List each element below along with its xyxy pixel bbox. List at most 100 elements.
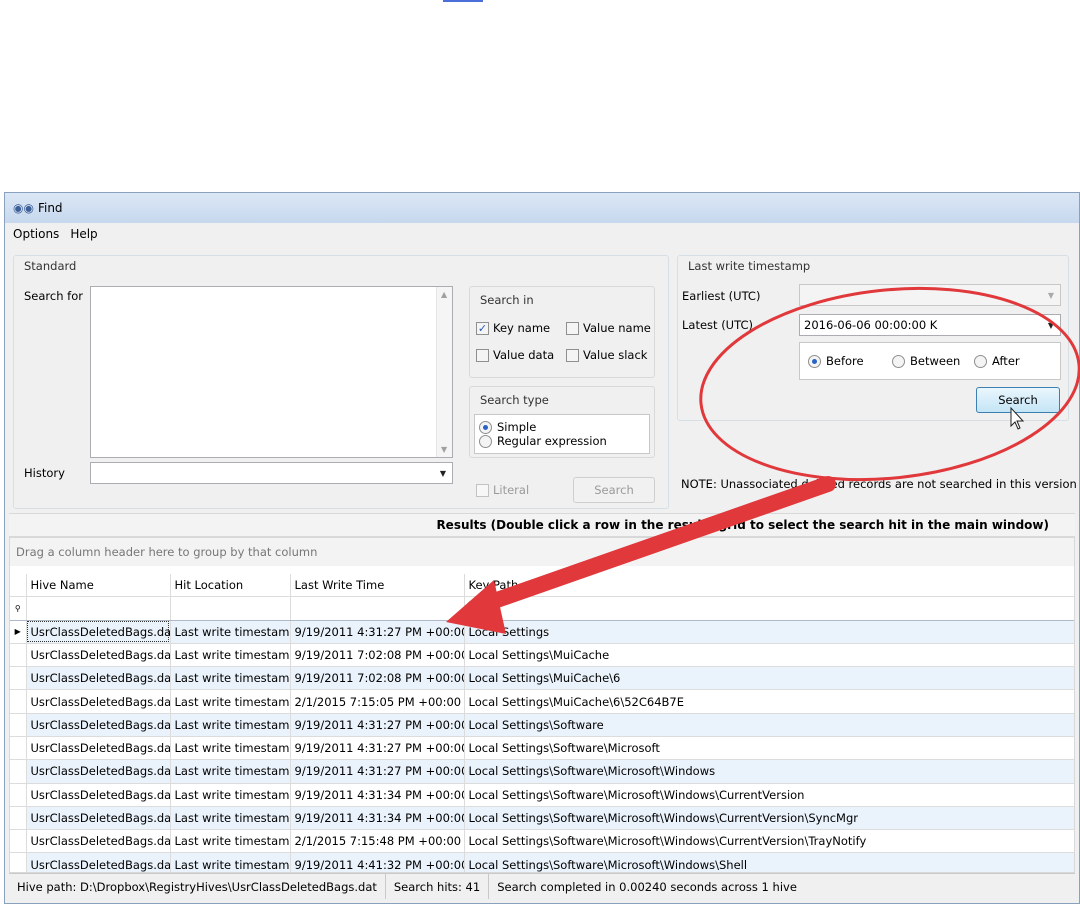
search-button-timestamp[interactable]: Search (976, 387, 1060, 413)
table-cell[interactable]: Last write timestamp (170, 620, 291, 644)
scroll-down-icon[interactable]: ▼ (441, 445, 447, 454)
search-type-group: Search type Simple Regular expression (469, 386, 655, 458)
filter-cell[interactable] (464, 596, 1074, 621)
table-cell[interactable]: 2/1/2015 7:15:05 PM +00:00 (290, 689, 465, 714)
table-cell[interactable]: 9/19/2011 7:02:08 PM +00:00 (290, 666, 465, 691)
search-button-standard[interactable]: Search (573, 477, 655, 503)
menu-options[interactable]: Options (13, 227, 59, 241)
table-cell[interactable]: UsrClassDeletedBags.dat (26, 620, 171, 644)
row-indicator (10, 806, 27, 831)
filter-cell[interactable] (290, 596, 465, 621)
table-cell[interactable]: Last write timestamp (170, 736, 291, 761)
table-row[interactable]: UsrClassDeletedBags.dat Last write timest… (10, 736, 1074, 761)
table-cell[interactable]: Local Settings\Software\Microsoft\Window… (464, 852, 1074, 872)
value-slack-checkbox[interactable]: Value slack (566, 348, 647, 362)
table-cell[interactable]: Last write timestamp (170, 829, 291, 854)
regex-radio[interactable]: Regular expression (479, 434, 607, 448)
table-cell[interactable]: 9/19/2011 4:31:27 PM +00:00 (290, 620, 465, 644)
radio-dot (479, 434, 492, 448)
table-cell[interactable]: 9/19/2011 4:31:27 PM +00:00 (290, 736, 465, 761)
after-radio[interactable]: After (974, 354, 1020, 368)
radio-dot (892, 354, 905, 368)
chevron-down-icon[interactable]: ▼ (434, 463, 452, 483)
table-cell[interactable]: UsrClassDeletedBags.dat (26, 689, 171, 714)
history-dropdown[interactable]: ▼ (90, 462, 453, 484)
column-header-hive-name[interactable]: Hive Name (26, 574, 171, 597)
filter-pin-icon[interactable]: ⚲ (10, 596, 27, 621)
literal-checkbox[interactable]: Literal (476, 483, 529, 497)
table-cell[interactable]: Local Settings (464, 620, 1074, 644)
column-header-key-path[interactable]: Key Path (464, 574, 1074, 597)
table-cell[interactable]: 9/19/2011 4:41:32 PM +00:00 (290, 852, 465, 872)
table-cell[interactable]: Last write timestamp (170, 713, 291, 737)
table-cell[interactable]: UsrClassDeletedBags.dat (26, 829, 171, 854)
table-row[interactable]: UsrClassDeletedBags.dat Last write timest… (10, 829, 1074, 854)
table-cell[interactable]: 9/19/2011 4:31:34 PM +00:00 (290, 783, 465, 807)
table-cell[interactable]: 9/19/2011 4:31:34 PM +00:00 (290, 806, 465, 831)
table-row[interactable]: UsrClassDeletedBags.dat Last write timest… (10, 689, 1074, 714)
table-cell[interactable]: Last write timestamp (170, 689, 291, 714)
top-link-underline[interactable] (443, 0, 483, 2)
menu-help[interactable]: Help (70, 227, 97, 241)
table-row[interactable]: UsrClassDeletedBags.dat Last write timest… (10, 783, 1074, 807)
table-cell[interactable]: UsrClassDeletedBags.dat (26, 713, 171, 737)
table-cell[interactable]: 2/1/2015 7:15:48 PM +00:00 (290, 829, 465, 854)
table-cell[interactable]: Last write timestamp (170, 643, 291, 668)
table-cell[interactable]: Local Settings\MuiCache\6 (464, 666, 1074, 691)
value-data-checkbox[interactable]: Value data (476, 348, 554, 362)
value-name-checkbox[interactable]: Value name (566, 321, 651, 335)
table-cell[interactable]: UsrClassDeletedBags.dat (26, 783, 171, 807)
table-cell[interactable]: UsrClassDeletedBags.dat (26, 666, 171, 691)
table-row[interactable]: UsrClassDeletedBags.dat Last write timest… (10, 666, 1074, 691)
table-row[interactable]: UsrClassDeletedBags.dat Last write timest… (10, 643, 1074, 668)
earliest-date-picker[interactable]: ▼ (799, 284, 1061, 306)
table-cell[interactable]: Local Settings\Software\Microsoft\Window… (464, 759, 1074, 784)
latest-date-picker[interactable]: 2016-06-06 00:00:00 K ▼ (799, 314, 1061, 336)
literal-label: Literal (493, 483, 530, 497)
table-cell[interactable]: Last write timestamp (170, 783, 291, 807)
table-cell[interactable]: Last write timestamp (170, 806, 291, 831)
chevron-down-icon[interactable]: ▼ (1042, 315, 1060, 335)
column-header-last-write-time[interactable]: Last Write Time (290, 574, 465, 597)
table-row[interactable]: UsrClassDeletedBags.dat Last write timest… (10, 852, 1074, 872)
table-cell[interactable]: Local Settings\MuiCache (464, 643, 1074, 668)
table-cell[interactable]: Local Settings\MuiCache\6\52C64B7E (464, 689, 1074, 714)
search-for-input[interactable]: ▲ ▼ (90, 286, 453, 458)
column-header-hit-location[interactable]: Hit Location (170, 574, 291, 597)
table-cell[interactable]: UsrClassDeletedBags.dat (26, 806, 171, 831)
table-cell[interactable]: UsrClassDeletedBags.dat (26, 643, 171, 668)
table-cell[interactable]: 9/19/2011 4:31:27 PM +00:00 (290, 759, 465, 784)
menu-bar: Options Help (5, 223, 1079, 245)
filter-cell[interactable] (170, 596, 291, 621)
table-cell[interactable]: Last write timestamp (170, 666, 291, 691)
table-cell[interactable]: UsrClassDeletedBags.dat (26, 736, 171, 761)
table-row[interactable]: UsrClassDeletedBags.dat Last write timest… (10, 759, 1074, 784)
table-row[interactable]: UsrClassDeletedBags.dat Last write timest… (10, 713, 1074, 737)
table-cell[interactable]: 9/19/2011 7:02:08 PM +00:00 (290, 643, 465, 668)
table-cell[interactable]: Last write timestamp (170, 852, 291, 872)
before-radio[interactable]: Before (808, 354, 864, 368)
table-cell[interactable]: 9/19/2011 4:31:27 PM +00:00 (290, 713, 465, 737)
scroll-up-icon[interactable]: ▲ (441, 290, 447, 299)
table-cell[interactable]: Local Settings\Software\Microsoft\Window… (464, 806, 1074, 831)
table-row[interactable]: UsrClassDeletedBags.dat Last write timest… (10, 806, 1074, 831)
table-cell[interactable]: UsrClassDeletedBags.dat (26, 852, 171, 872)
table-cell[interactable]: Local Settings\Software\Microsoft\Window… (464, 783, 1074, 807)
current-row-arrow-icon: ▶ (10, 620, 27, 644)
simple-radio[interactable]: Simple (479, 420, 536, 434)
between-radio[interactable]: Between (892, 354, 960, 368)
key-name-checkbox[interactable]: ✓ Key name (476, 321, 550, 335)
chevron-down-icon[interactable]: ▼ (1042, 285, 1060, 305)
filter-cell[interactable] (26, 596, 171, 621)
row-indicator (10, 666, 27, 691)
table-cell[interactable]: Local Settings\Software\Microsoft (464, 736, 1074, 761)
table-cell[interactable]: Last write timestamp (170, 759, 291, 784)
table-row[interactable]: ▶ UsrClassDeletedBags.dat Last write times… (10, 620, 1074, 644)
table-cell[interactable]: UsrClassDeletedBags.dat (26, 759, 171, 784)
key-name-label: Key name (493, 321, 551, 335)
table-cell[interactable]: Local Settings\Software (464, 713, 1074, 737)
search-for-scrollbar[interactable]: ▲ ▼ (436, 287, 452, 457)
row-indicator-header (10, 574, 27, 597)
group-by-panel[interactable]: Drag a column header here to group by th… (10, 538, 1074, 566)
table-cell[interactable]: Local Settings\Software\Microsoft\Window… (464, 829, 1074, 854)
